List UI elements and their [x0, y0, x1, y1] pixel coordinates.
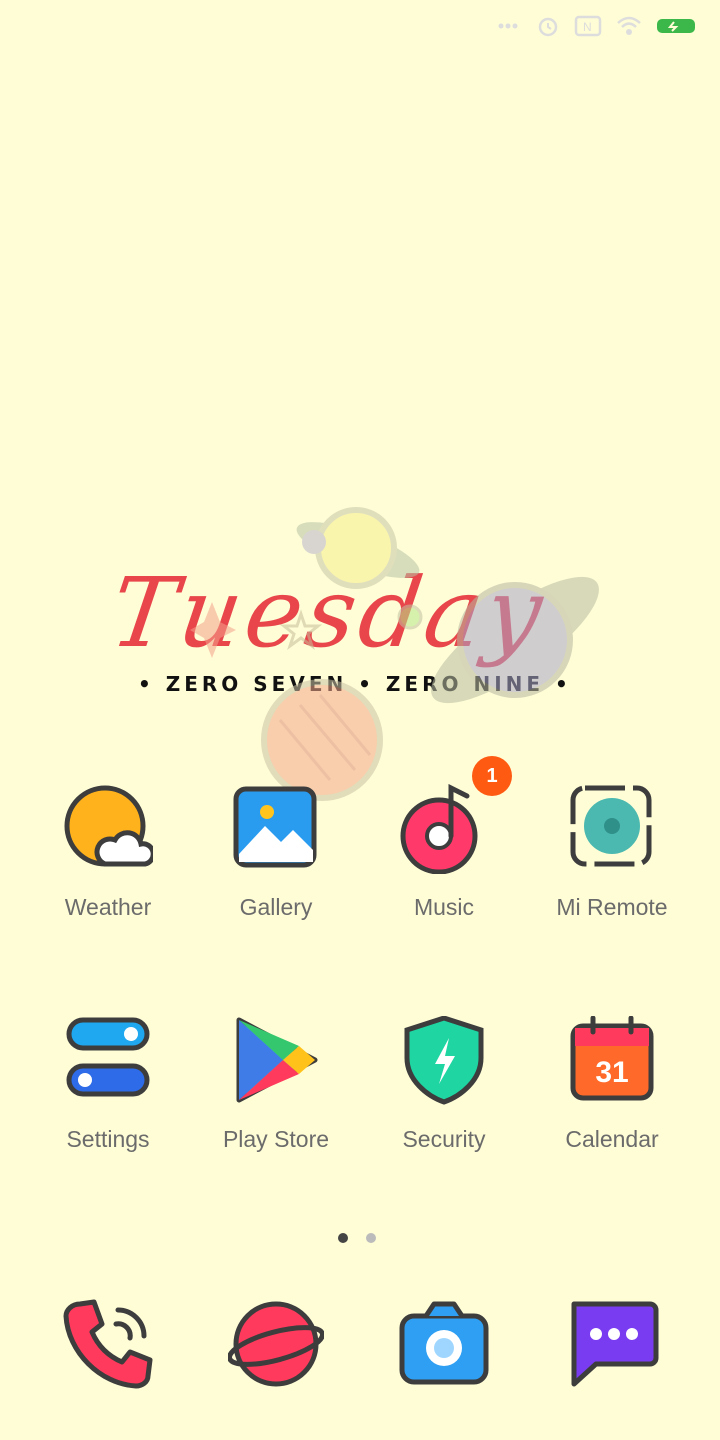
alarm-icon	[538, 17, 558, 37]
play-store-icon	[236, 1017, 318, 1103]
calendar-icon: 31	[570, 1016, 654, 1101]
settings-icon	[66, 1017, 150, 1097]
app-gallery[interactable]: Gallery	[192, 784, 360, 934]
wifi-icon	[617, 16, 641, 35]
security-icon	[404, 1016, 484, 1105]
app-label: Gallery	[239, 894, 313, 920]
app-music[interactable]: 1 Music	[360, 756, 528, 934]
svg-text:N: N	[583, 20, 592, 34]
battery-icon	[657, 19, 695, 33]
messages-icon[interactable]	[564, 1296, 660, 1392]
weather-icon	[64, 785, 153, 867]
app-label: Play Store	[222, 1126, 330, 1152]
app-settings[interactable]: Settings	[24, 1016, 192, 1166]
nfc-icon: N	[574, 15, 602, 37]
phone-icon[interactable]	[60, 1296, 156, 1392]
page-dot-active[interactable]	[338, 1233, 348, 1243]
calendar-day: 31	[595, 1056, 628, 1089]
app-label: Security	[402, 1126, 486, 1152]
page-dot[interactable]	[366, 1233, 376, 1243]
app-label: Music	[413, 894, 475, 920]
app-label: Calendar	[565, 1126, 659, 1152]
music-icon	[400, 784, 478, 874]
date-widget[interactable]: Tuesday • ZERO SEVEN • ZERO NINE •	[0, 280, 720, 696]
status-bar: N	[498, 14, 698, 38]
page-indicator[interactable]	[338, 1233, 376, 1243]
app-play-store[interactable]: Play Store	[192, 1016, 360, 1166]
app-calendar[interactable]: 31 Calendar	[528, 1016, 696, 1166]
app-security[interactable]: Security	[360, 1016, 528, 1166]
mi-remote-icon	[570, 785, 652, 867]
wallpaper-planets	[190, 507, 599, 801]
gallery-icon	[233, 786, 317, 868]
browser-icon[interactable]	[228, 1296, 324, 1392]
app-label: Settings	[66, 1126, 150, 1152]
app-label: Weather	[64, 894, 152, 920]
signal-dots-icon	[498, 23, 518, 29]
app-label: Mi Remote	[556, 894, 668, 920]
app-weather[interactable]: Weather	[24, 784, 192, 934]
camera-icon[interactable]	[396, 1296, 492, 1392]
notification-badge: 1	[472, 756, 512, 796]
app-mi-remote[interactable]: Mi Remote	[528, 784, 696, 934]
